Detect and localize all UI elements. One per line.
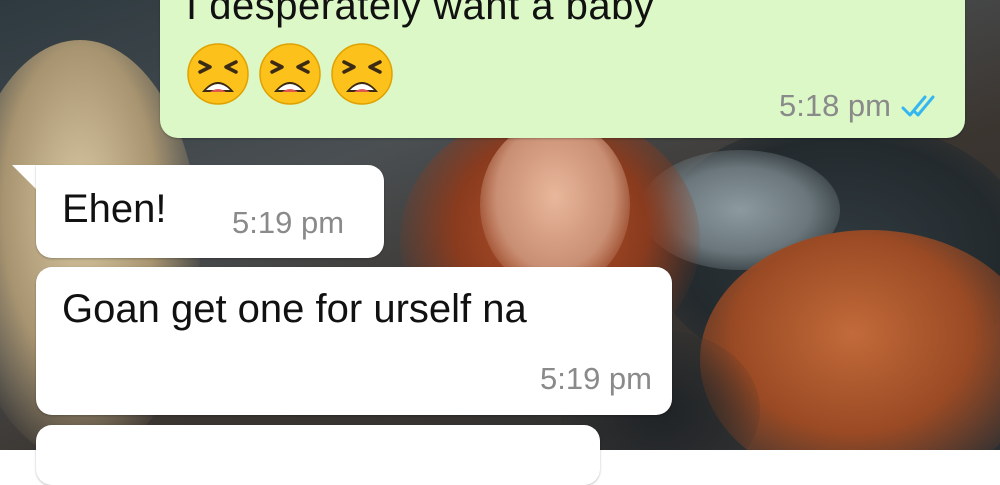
incoming-message-text: Goan get one for urself na — [62, 287, 527, 331]
double-check-read-icon — [901, 95, 935, 117]
incoming-message-bubble[interactable]: Ehen! 5:19 pm — [36, 165, 384, 258]
incoming-message-bubble[interactable]: Goan get one for urself na 5:19 pm — [36, 267, 672, 415]
outgoing-message-meta: 5:18 pm — [779, 88, 941, 124]
outgoing-message-bubble[interactable]: I desperately want a baby 5:18 pm — [160, 0, 965, 138]
tired-face-emoji-icon — [331, 43, 393, 105]
tired-face-emoji-icon — [259, 43, 321, 105]
tired-face-emoji-icon — [187, 43, 249, 105]
incoming-message-bubble-partial[interactable] — [36, 425, 600, 485]
message-timestamp: 5:19 pm — [539, 361, 652, 396]
wallpaper-face — [480, 120, 630, 290]
incoming-message-text: Ehen! — [62, 187, 167, 231]
message-timestamp: 5:18 pm — [778, 88, 891, 123]
message-timestamp: 5:19 pm — [232, 205, 345, 240]
emoji-row — [186, 42, 394, 106]
outgoing-message-text: I desperately want a baby — [186, 0, 655, 28]
incoming-bubble-tail — [12, 165, 38, 191]
